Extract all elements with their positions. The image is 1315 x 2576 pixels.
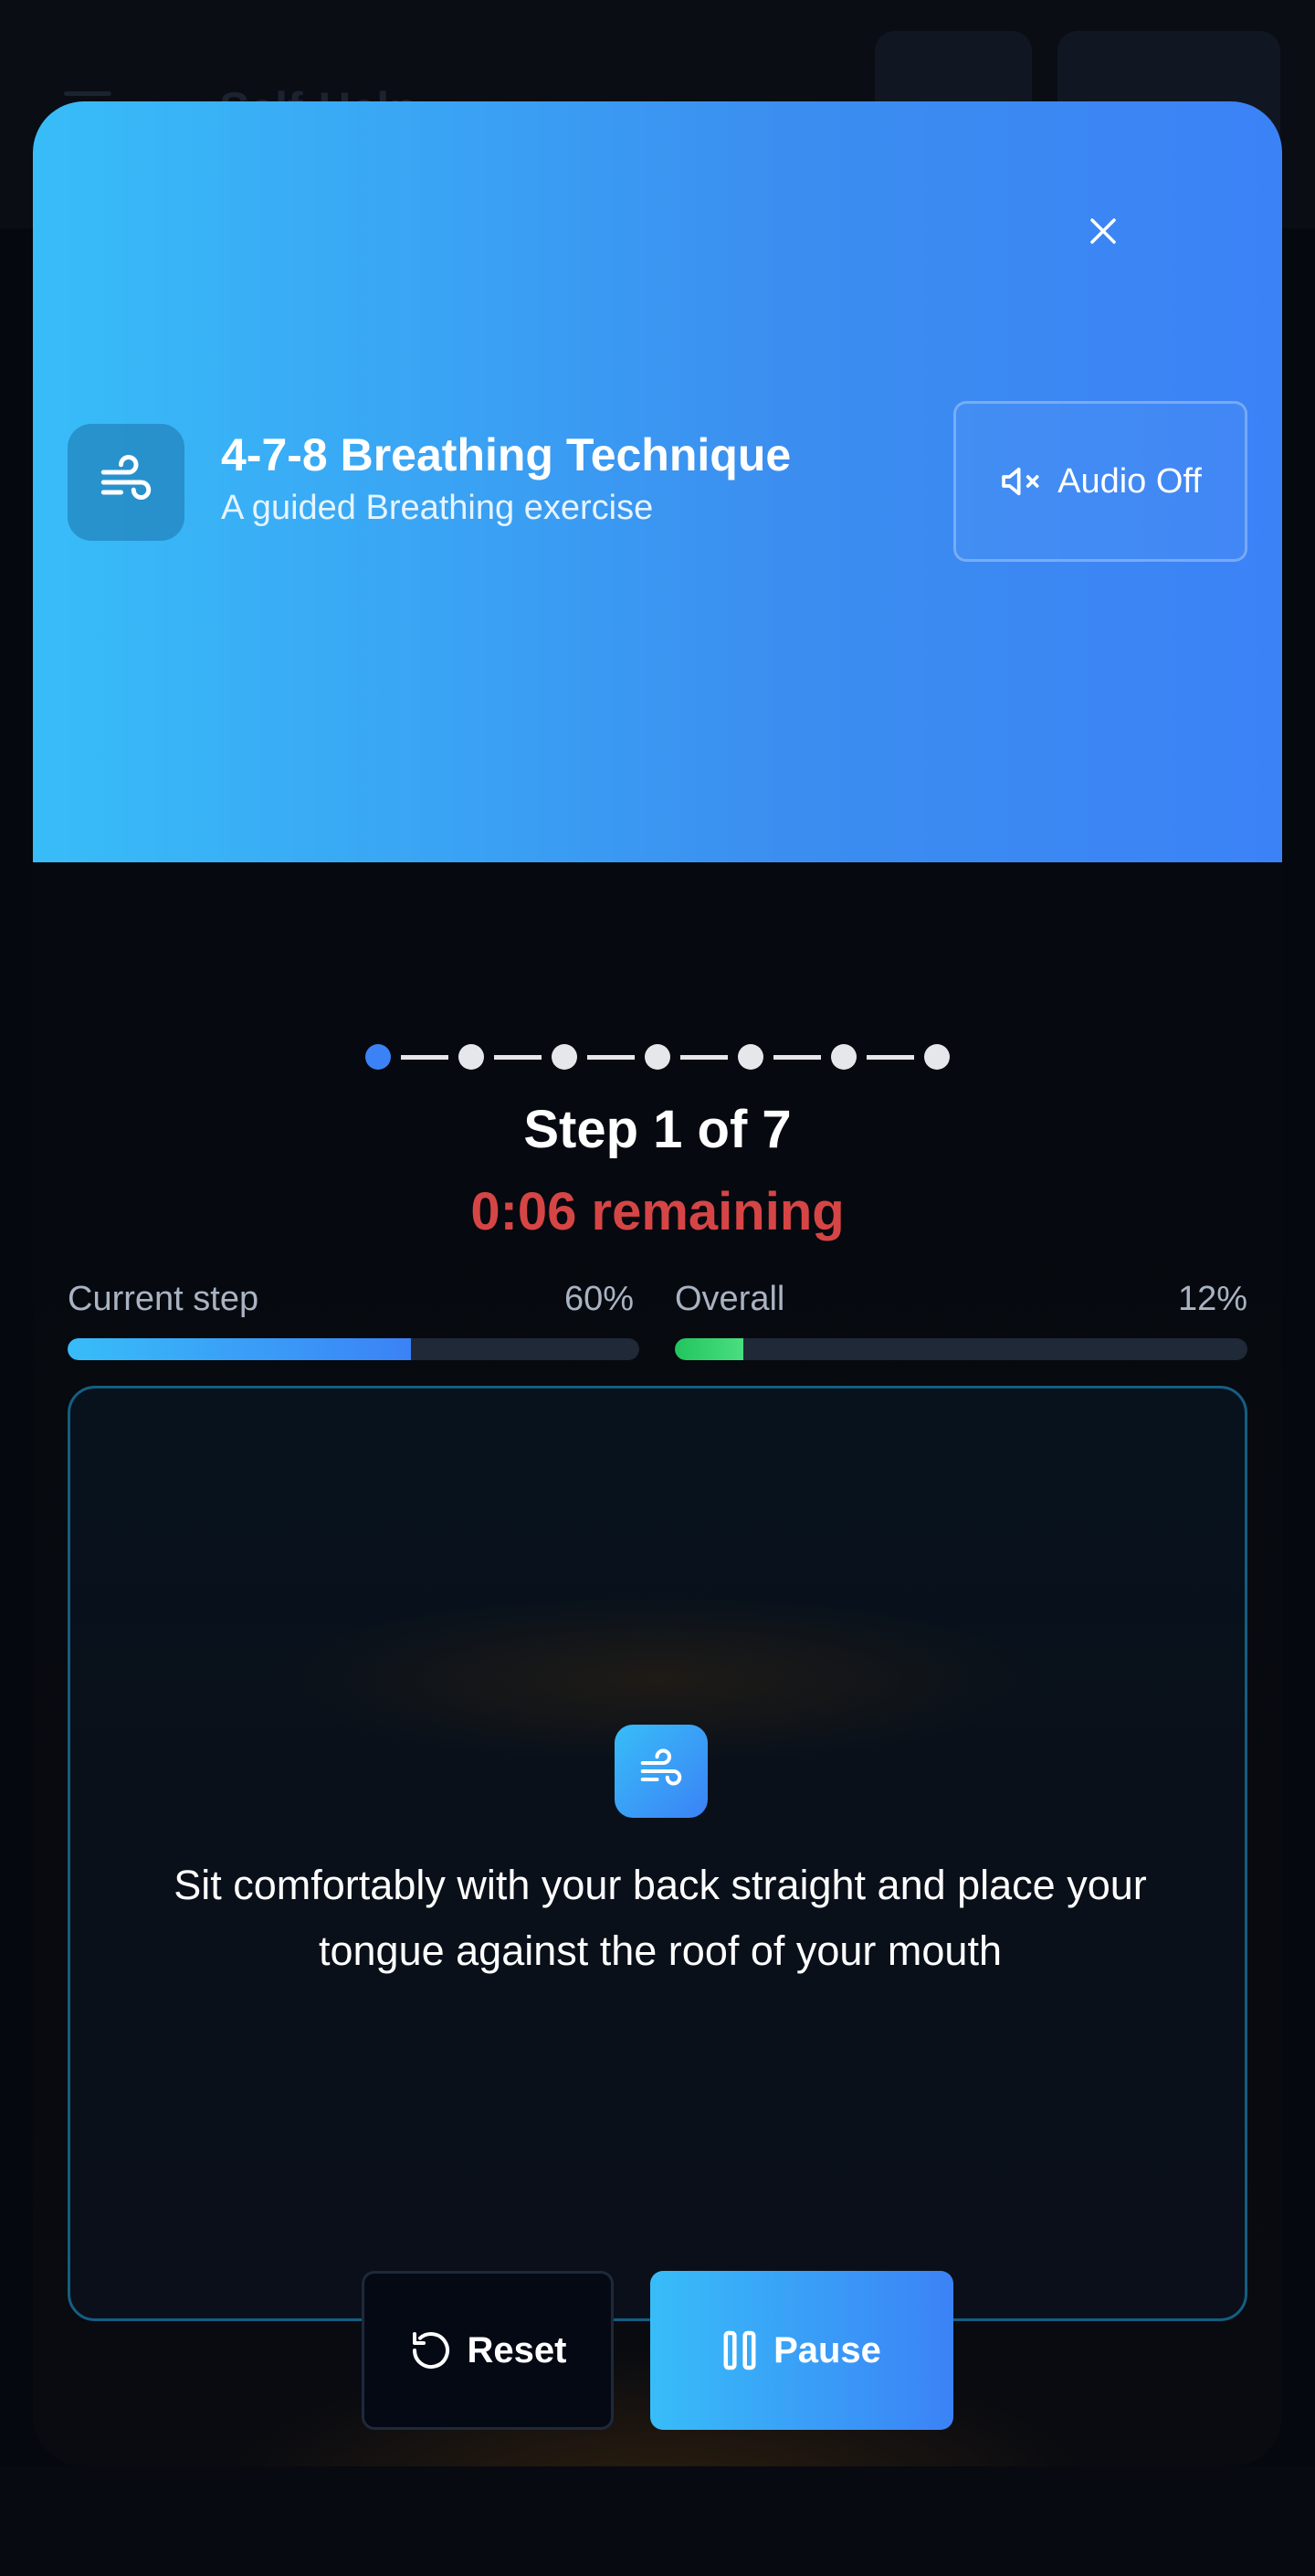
reset-icon xyxy=(412,2332,449,2370)
close-icon xyxy=(1090,218,1116,244)
step-dot xyxy=(924,1044,950,1070)
pause-icon xyxy=(723,2330,756,2370)
reset-label: Reset xyxy=(467,2329,567,2370)
audio-toggle-label: Audio Off xyxy=(1057,461,1202,501)
step-dot xyxy=(831,1044,857,1070)
technique-icon-box xyxy=(68,424,184,541)
current-step-progress-label: Current step xyxy=(68,1280,259,1318)
speaker-muted-icon xyxy=(1002,467,1039,496)
current-step-progress-fill xyxy=(68,1338,411,1360)
step-connector xyxy=(587,1054,635,1060)
overall-progress-fill xyxy=(675,1338,744,1360)
step-connector xyxy=(680,1054,728,1060)
step-title: Step 1 of 7 xyxy=(523,1100,792,1159)
step-dot xyxy=(458,1044,484,1070)
step-connector xyxy=(773,1054,821,1060)
wind-icon xyxy=(640,1748,682,1786)
instruction-card: Sit comfortably with your back straight … xyxy=(68,1386,1247,2321)
step-dot xyxy=(365,1044,391,1070)
time-remaining: 0:06 remaining xyxy=(470,1182,845,1241)
pause-button[interactable]: Pause xyxy=(650,2271,953,2430)
technique-title: 4-7-8 Breathing Technique xyxy=(221,429,792,480)
pause-label: Pause xyxy=(773,2329,881,2370)
background-app-footer xyxy=(0,2466,1315,2576)
reset-button[interactable]: Reset xyxy=(362,2271,614,2430)
instruction-text: Sit comfortably with your back straight … xyxy=(174,1862,1147,1974)
modal-header: 4-7-8 Breathing Technique A guided Breat… xyxy=(33,101,1282,862)
overall-progress-bar xyxy=(675,1338,1247,1360)
step-dot xyxy=(738,1044,763,1070)
step-indicator xyxy=(365,1040,950,1073)
step-connector xyxy=(494,1054,542,1060)
step-dot xyxy=(645,1044,670,1070)
audio-toggle-button[interactable]: Audio Off xyxy=(953,401,1247,562)
step-connector xyxy=(867,1054,914,1060)
step-connector xyxy=(401,1054,448,1060)
overall-progress-value: 12% xyxy=(1177,1280,1247,1318)
technique-subtitle: A guided Breathing exercise xyxy=(221,489,654,527)
exercise-modal: 4-7-8 Breathing Technique A guided Breat… xyxy=(33,101,1282,2466)
wind-icon xyxy=(100,455,152,500)
close-button[interactable] xyxy=(1070,198,1136,264)
step-dot xyxy=(552,1044,577,1070)
current-step-progress-value: 60% xyxy=(563,1280,634,1318)
current-step-progress-bar xyxy=(68,1338,639,1360)
overall-progress-label: Overall xyxy=(675,1280,785,1318)
instruction-icon-box xyxy=(615,1725,708,1818)
